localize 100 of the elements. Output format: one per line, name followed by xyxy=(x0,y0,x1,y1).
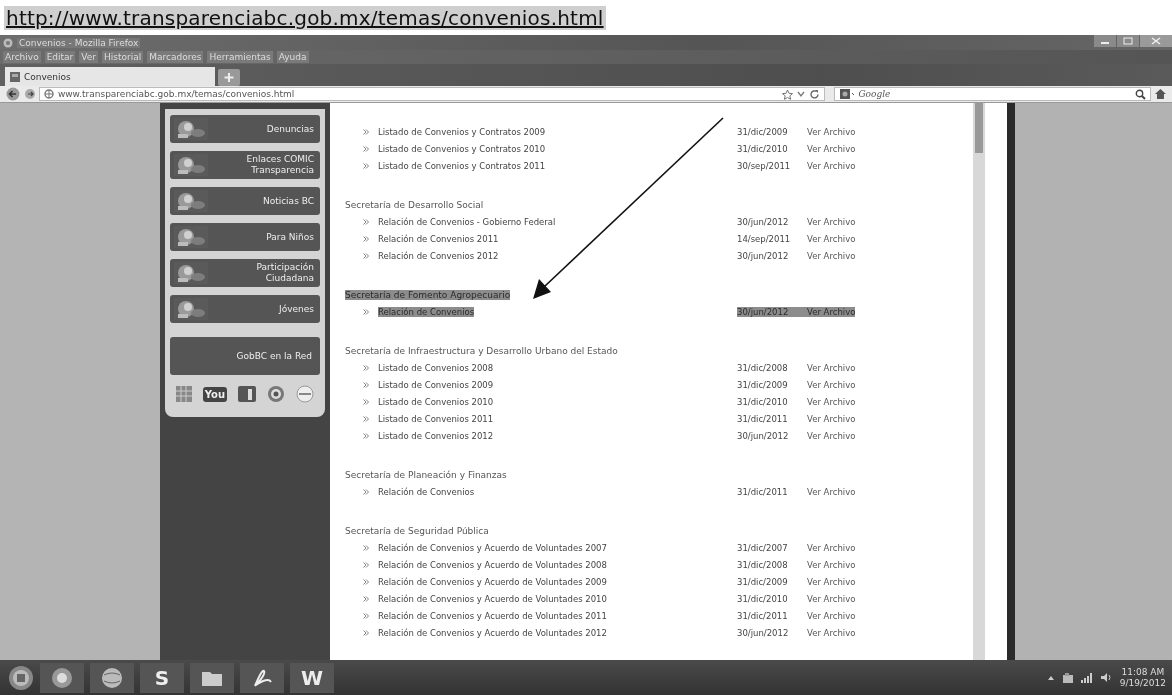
taskbar-app[interactable]: S xyxy=(140,662,184,693)
view-file-link[interactable]: Ver Archivo xyxy=(807,233,856,244)
back-button[interactable] xyxy=(5,87,21,101)
link[interactable]: Relación de Convenios y Acuerdo de Voluntades 2010 xyxy=(378,593,607,604)
section-heading: Secretaría de Planeación y Finanzas xyxy=(345,469,507,480)
view-file-link[interactable]: Ver Archivo xyxy=(807,306,856,317)
link[interactable]: Listado de Convenios y Contratos 2009 xyxy=(378,126,546,137)
bullet-icon xyxy=(363,364,369,371)
minimize-button[interactable] xyxy=(1094,35,1116,47)
link[interactable]: Relación de Convenios y Acuerdo de Voluntades 2009 xyxy=(378,576,607,587)
view-file-link[interactable]: Ver Archivo xyxy=(807,379,856,390)
link[interactable]: Relación de Convenios y Acuerdo de Voluntades 2012 xyxy=(378,627,607,638)
taskbar-app[interactable] xyxy=(190,662,234,693)
view-file-link[interactable]: Ver Archivo xyxy=(807,593,856,604)
link[interactable]: Listado de Convenios 2009 xyxy=(378,379,494,390)
link[interactable]: Relación de Convenios - Gobierno Federal xyxy=(378,216,556,227)
view-file-link[interactable]: Ver Archivo xyxy=(807,627,856,638)
date-text: 14/sep/2011 xyxy=(737,233,792,244)
bullet-icon xyxy=(363,252,369,259)
link[interactable]: Relación de Convenios y Acuerdo de Voluntades 2008 xyxy=(378,559,607,570)
view-file-link[interactable]: Ver Archivo xyxy=(807,143,856,154)
date-text: 30/jun/2012 xyxy=(737,250,790,261)
start-button[interactable] xyxy=(8,664,34,691)
link[interactable]: Listado de Convenios 2008 xyxy=(378,362,494,373)
browser-tab[interactable]: Convenios xyxy=(5,67,215,86)
view-file-link[interactable]: Ver Archivo xyxy=(807,126,856,137)
view-file-link[interactable]: Ver Archivo xyxy=(807,250,856,261)
new-tab-button[interactable] xyxy=(218,69,240,86)
signal-icon[interactable] xyxy=(1080,672,1093,683)
view-file-link[interactable]: Ver Archivo xyxy=(807,542,856,553)
page-icon xyxy=(10,71,20,82)
scrollbar[interactable] xyxy=(973,103,985,660)
address-field[interactable]: www.transparenciabc.gob.mx/temas/convenios.html xyxy=(38,87,826,101)
sidebar-label: Transparencia xyxy=(251,165,314,176)
sidebar-label: Denuncias xyxy=(266,123,314,135)
sidebar-button[interactable]: Denuncias xyxy=(170,115,320,143)
view-file-link[interactable]: Ver Archivo xyxy=(807,486,856,497)
bullet-icon xyxy=(363,145,369,152)
view-file-link[interactable]: Ver Archivo xyxy=(807,413,856,424)
link[interactable]: Listado de Convenios y Contratos 2010 xyxy=(378,143,546,154)
link[interactable]: Relación de Convenios xyxy=(378,486,475,497)
sidebar-button[interactable]: Participación Ciudadana xyxy=(170,259,320,287)
date-text: 30/sep/2011 xyxy=(737,160,792,171)
date-text: 31/dic/2009 xyxy=(737,576,789,587)
video-site-link[interactable]: You xyxy=(202,386,227,402)
bullet-icon xyxy=(363,544,369,551)
reload-icon[interactable] xyxy=(809,88,821,100)
link[interactable]: Listado de Convenios y Contratos 2011 xyxy=(378,160,546,171)
browser-icon xyxy=(3,37,13,48)
bullet-icon xyxy=(363,488,369,495)
date-text: 30/jun/2012 xyxy=(737,627,790,638)
search-engine-icon[interactable] xyxy=(839,88,856,100)
sidebar-button[interactable]: Jóvenes xyxy=(170,295,320,323)
forward-button[interactable] xyxy=(23,88,36,100)
view-file-link[interactable]: Ver Archivo xyxy=(807,430,856,441)
link[interactable]: Relación de Convenios xyxy=(378,306,475,317)
view-file-link[interactable]: Ver Archivo xyxy=(807,396,856,407)
bullet-icon xyxy=(363,595,369,602)
view-file-link[interactable]: Ver Archivo xyxy=(807,610,856,621)
tray-app-icon[interactable] xyxy=(1061,671,1074,684)
link[interactable]: Listado de Convenios 2012 xyxy=(378,430,494,441)
bullet-icon xyxy=(363,381,369,388)
view-file-link[interactable]: Ver Archivo xyxy=(807,576,856,587)
sidebar-button[interactable]: Enlaces COMIC Transparencia xyxy=(170,151,320,179)
bullet-icon xyxy=(363,128,369,135)
square-icon[interactable] xyxy=(238,386,257,402)
section-heading: Secretaría de Desarrollo Social xyxy=(345,199,484,210)
disc-icon[interactable] xyxy=(296,385,315,403)
link[interactable]: Listado de Convenios 2010 xyxy=(378,396,494,407)
link[interactable]: Relación de Convenios 2012 xyxy=(378,250,499,261)
search-icon[interactable] xyxy=(1135,88,1147,100)
view-file-link[interactable]: Ver Archivo xyxy=(807,362,856,373)
section-heading: Secretaría de Seguridad Pública xyxy=(345,525,489,536)
dropdown-icon[interactable] xyxy=(797,89,806,99)
search-field[interactable]: Google xyxy=(834,87,1152,101)
link[interactable]: Relación de Convenios y Acuerdo de Voluntades 2007 xyxy=(378,542,607,553)
view-file-link[interactable]: Ver Archivo xyxy=(807,216,856,227)
sidebar-button[interactable]: Noticias BC xyxy=(170,187,320,215)
date-text: 31/dic/2010 xyxy=(737,396,789,407)
sidebar-button[interactable]: Para Niños xyxy=(170,223,320,251)
taskbar-app[interactable] xyxy=(240,662,284,693)
home-icon[interactable] xyxy=(1154,88,1167,100)
page-url[interactable]: http://www.transparenciabc.gob.mx/temas/convenios.html xyxy=(4,5,606,30)
link[interactable]: Relación de Convenios y Acuerdo de Voluntades 2011 xyxy=(378,610,607,621)
date-text: 31/dic/2011 xyxy=(737,486,789,497)
view-file-link[interactable]: Ver Archivo xyxy=(807,559,856,570)
link[interactable]: Listado de Convenios 2011 xyxy=(378,413,494,424)
bullet-icon xyxy=(363,432,369,439)
view-file-link[interactable]: Ver Archivo xyxy=(807,160,856,171)
link[interactable]: Relación de Convenios 2011 xyxy=(378,233,499,244)
volume-icon[interactable] xyxy=(1099,672,1113,683)
circle-icon[interactable] xyxy=(267,385,286,403)
clock-time: 11:08 AM xyxy=(1121,666,1165,678)
taskbar-app[interactable] xyxy=(40,662,84,693)
taskbar-app[interactable] xyxy=(90,662,134,693)
taskbar-app[interactable]: W xyxy=(290,662,334,693)
bullet-icon xyxy=(363,578,369,585)
date-text: 31/dic/2011 xyxy=(737,610,789,621)
star-icon[interactable] xyxy=(782,88,794,100)
sidebar-label: Enlaces COMIC xyxy=(246,154,314,165)
